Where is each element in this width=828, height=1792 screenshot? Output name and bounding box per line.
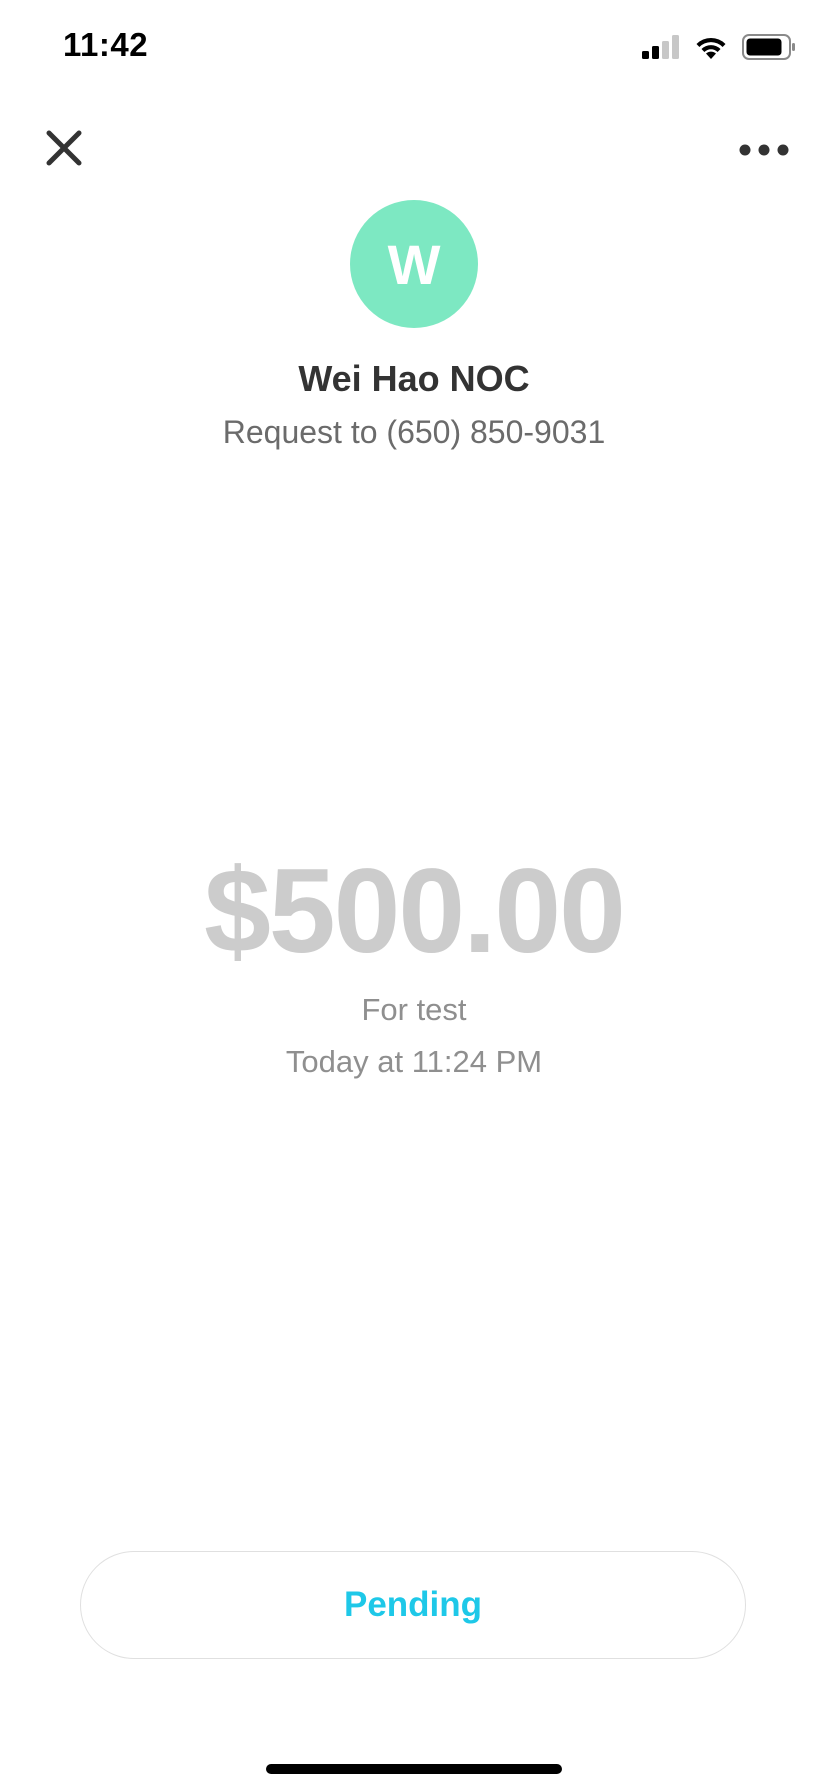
more-options-button[interactable] (734, 130, 794, 174)
payment-timestamp: Today at 11:24 PM (285, 1044, 543, 1079)
cellular-signal-icon (642, 34, 680, 64)
close-icon (46, 130, 82, 171)
payment-detail-screen: 11:42 W Wei Hao NOC Request to (650) 850… (0, 0, 828, 1792)
request-subtitle: Request to (650) 850-9031 (222, 414, 606, 450)
recipient-name: Wei Hao NOC (298, 358, 530, 399)
status-icons (642, 33, 796, 65)
more-options-icon (739, 143, 789, 161)
avatar[interactable]: W (350, 200, 478, 328)
payment-amount: $500.00 (204, 844, 626, 978)
pending-label: Pending (343, 1585, 483, 1624)
payment-note: For test (361, 992, 467, 1027)
pending-button[interactable]: Pending (80, 1551, 746, 1659)
home-indicator[interactable] (266, 1764, 562, 1774)
status-time: 11:42 (63, 26, 149, 63)
battery-icon (742, 33, 796, 65)
close-button[interactable] (38, 124, 90, 176)
wifi-icon (694, 34, 728, 65)
